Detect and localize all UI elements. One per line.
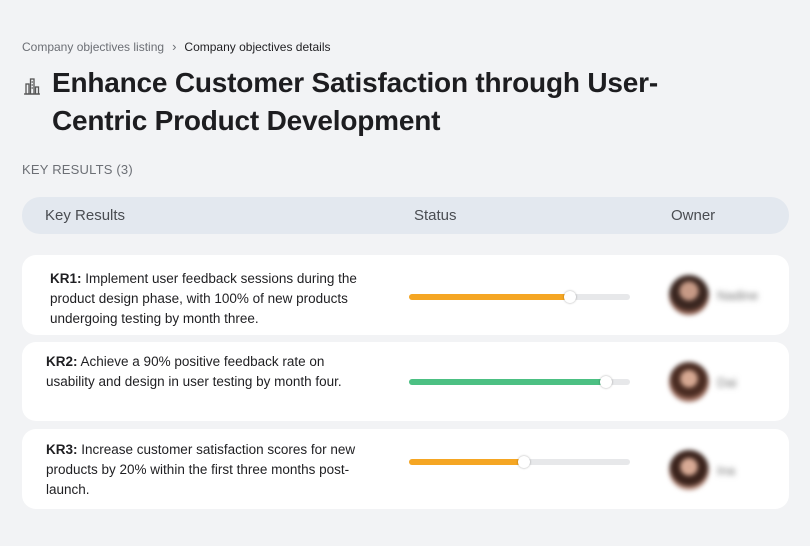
breadcrumb-current: Company objectives details <box>184 40 331 54</box>
progress-knob[interactable] <box>599 376 612 388</box>
column-header-status[interactable]: Status <box>414 207 457 224</box>
page-title: Enhance Customer Satisfaction through Us… <box>52 67 658 136</box>
breadcrumb-link-listing[interactable]: Company objectives listing <box>22 40 164 54</box>
table-header: Key Results Status Owner <box>22 197 789 234</box>
owner-name: Dai <box>717 374 737 390</box>
key-result-text: KR1: Implement user feedback sessions du… <box>50 269 370 329</box>
key-result-id: KR2: <box>46 354 78 369</box>
progress-bar <box>409 456 630 468</box>
key-result-row[interactable]: KR1: Implement user feedback sessions du… <box>22 255 789 335</box>
page-header: Enhance Customer Satisfaction through Us… <box>22 64 682 140</box>
owner-name: Nadine <box>717 287 759 303</box>
progress-knob[interactable] <box>564 291 577 303</box>
key-result-description: Increase customer satisfaction scores fo… <box>46 442 356 497</box>
key-result-text: KR3: Increase customer satisfaction scor… <box>46 440 366 500</box>
key-result-row[interactable]: KR2: Achieve a 90% positive feedback rat… <box>22 342 789 421</box>
avatar <box>669 362 709 402</box>
avatar <box>669 275 709 315</box>
column-header-owner[interactable]: Owner <box>671 207 715 224</box>
chevron-right-icon: › <box>172 39 177 54</box>
progress-bar <box>409 291 630 303</box>
column-header-key-results[interactable]: Key Results <box>45 207 125 224</box>
progress-bar <box>409 376 630 388</box>
progress-fill <box>409 294 571 300</box>
owner[interactable]: Ina <box>669 450 735 490</box>
building-chart-icon <box>24 78 40 95</box>
key-result-row[interactable]: KR3: Increase customer satisfaction scor… <box>22 429 789 509</box>
key-result-description: Achieve a 90% positive feedback rate on … <box>46 354 342 389</box>
owner-name: Ina <box>717 462 736 478</box>
avatar <box>669 450 709 490</box>
progress-knob[interactable] <box>517 456 530 468</box>
owner[interactable]: Dai <box>669 362 737 402</box>
key-result-id: KR1: <box>50 271 82 286</box>
breadcrumb: Company objectives listing › Company obj… <box>22 40 331 54</box>
key-results-count-label: KEY RESULTS (3) <box>22 162 133 177</box>
key-result-text: KR2: Achieve a 90% positive feedback rat… <box>46 352 366 392</box>
progress-fill <box>409 379 606 385</box>
key-result-id: KR3: <box>46 442 78 457</box>
owner[interactable]: Nadine <box>669 275 758 315</box>
key-result-description: Implement user feedback sessions during … <box>50 271 357 326</box>
progress-fill <box>409 459 524 465</box>
